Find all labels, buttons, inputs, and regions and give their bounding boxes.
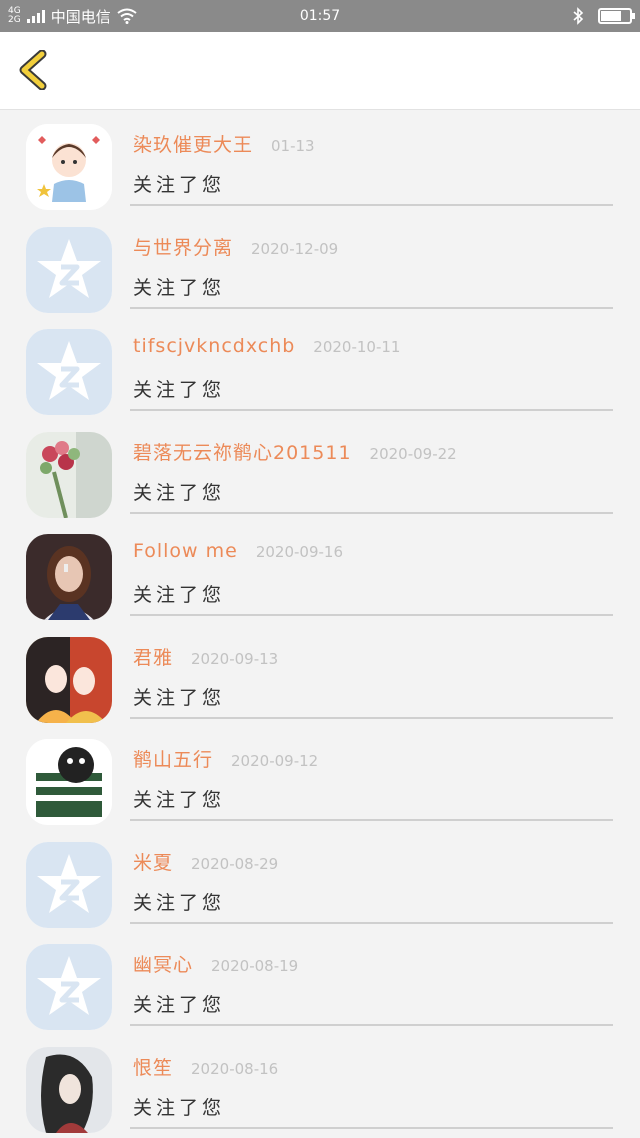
user-name[interactable]: tifscjvkncdxchb <box>133 335 295 357</box>
avatar[interactable] <box>26 841 112 928</box>
notification-text: 关注了您 <box>133 789 226 811</box>
battery-fill <box>601 11 621 21</box>
notification-text: 关注了您 <box>133 994 226 1016</box>
status-left: 4G 2G 中国电信 <box>8 6 137 27</box>
user-name[interactable]: 与世界分离 <box>133 233 233 260</box>
notification-date: 2020-09-13 <box>191 649 279 668</box>
notification-text: 关注了您 <box>133 276 226 299</box>
notification-item[interactable]: 恨笙 2020-08-16 关注了您 <box>0 1041 640 1138</box>
notification-header: Follow me 2020-09-16 <box>133 540 343 562</box>
network-bottom: 2G <box>8 15 21 25</box>
notification-content: 碧落无云祢鹡心201511 2020-09-22 关注了您 <box>130 426 613 514</box>
notification-item[interactable]: 君雅 2020-09-13 关注了您 <box>0 631 640 734</box>
avatar[interactable] <box>26 1046 112 1133</box>
follower-notification-list: 染玖催更大王 01-13 关注了您 与世界分离 2020-12-09 关注了您 tifscj… <box>0 110 640 1138</box>
notification-date: 01-13 <box>271 137 315 155</box>
notification-content: 与世界分离 2020-12-09 关注了您 <box>130 221 613 309</box>
notification-header: 与世界分离 2020-12-09 <box>133 233 338 260</box>
notification-header: 染玖催更大王 01-13 <box>133 130 315 157</box>
wifi-icon <box>117 8 137 24</box>
notification-item[interactable]: 染玖催更大王 01-13 关注了您 <box>0 118 640 221</box>
notification-item[interactable]: 与世界分离 2020-12-09 关注了您 <box>0 221 640 324</box>
avatar[interactable] <box>26 329 112 415</box>
notification-header: 君雅 2020-09-13 <box>133 643 278 670</box>
user-name[interactable]: 幽冥心 <box>133 950 193 977</box>
notification-text: 关注了您 <box>133 686 226 709</box>
notification-header: 幽冥心 2020-08-19 <box>133 950 298 977</box>
user-name[interactable]: 恨笙 <box>133 1053 173 1080</box>
notification-content: tifscjvkncdxchb 2020-10-11 关注了您 <box>130 323 613 411</box>
carrier-name: 中国电信 <box>50 7 111 26</box>
notification-date: 2020-08-29 <box>191 854 279 873</box>
notification-item[interactable]: 米夏 2020-08-29 关注了您 <box>0 836 640 939</box>
user-name[interactable]: 碧落无云祢鹡心201511 <box>133 438 352 465</box>
notification-content: 君雅 2020-09-13 关注了您 <box>130 631 613 719</box>
notification-content: 染玖催更大王 01-13 关注了您 <box>130 118 613 206</box>
notification-content: 幽冥心 2020-08-19 关注了您 <box>130 938 613 1026</box>
notification-content: 鹡山五行 2020-09-12 关注了您 <box>130 733 613 821</box>
user-name[interactable]: 鹡山五行 <box>133 745 213 772</box>
notification-date: 2020-09-16 <box>255 543 344 561</box>
notification-text: 关注了您 <box>133 891 226 914</box>
notification-text: 关注了您 <box>133 481 226 504</box>
signal-icon <box>26 9 45 23</box>
avatar[interactable] <box>26 431 112 518</box>
status-right <box>572 7 635 25</box>
notification-content: 米夏 2020-08-29 关注了您 <box>130 836 613 924</box>
top-nav-bar <box>0 32 640 110</box>
chevron-left-icon <box>19 49 47 91</box>
notification-content: 恨笙 2020-08-16 关注了您 <box>130 1041 613 1129</box>
notification-date: 2020-08-19 <box>211 957 299 975</box>
notification-text: 关注了您 <box>133 379 226 401</box>
notification-item[interactable]: Follow me 2020-09-16 关注了您 <box>0 528 640 631</box>
avatar[interactable] <box>26 944 112 1030</box>
battery-icon <box>598 8 635 24</box>
notification-item[interactable]: 鹡山五行 2020-09-12 关注了您 <box>0 733 640 836</box>
notification-item[interactable]: 碧落无云祢鹡心201511 2020-09-22 关注了您 <box>0 426 640 529</box>
notification-date: 2020-10-11 <box>313 338 401 356</box>
clock: 01:57 <box>299 8 341 24</box>
status-bar: 4G 2G 中国电信 01:57 <box>0 0 640 32</box>
notification-date: 2020-12-09 <box>251 239 339 258</box>
notification-date: 2020-08-16 <box>191 1059 279 1078</box>
avatar[interactable] <box>26 739 112 825</box>
notification-text: 关注了您 <box>133 174 226 196</box>
notification-date: 2020-09-22 <box>369 444 457 463</box>
avatar[interactable] <box>26 534 112 620</box>
notification-header: 碧落无云祢鹡心201511 2020-09-22 <box>133 438 457 465</box>
notification-header: 米夏 2020-08-29 <box>133 848 278 875</box>
avatar[interactable] <box>26 636 112 723</box>
notification-item[interactable]: tifscjvkncdxchb 2020-10-11 关注了您 <box>0 323 640 426</box>
user-name[interactable]: Follow me <box>133 540 238 562</box>
user-name[interactable]: 染玖催更大王 <box>133 130 253 157</box>
network-type: 4G 2G <box>8 7 21 25</box>
notification-text: 关注了您 <box>133 1096 226 1119</box>
avatar[interactable] <box>26 226 112 313</box>
notification-text: 关注了您 <box>133 584 226 606</box>
notification-header: 恨笙 2020-08-16 <box>133 1053 278 1080</box>
notification-date: 2020-09-12 <box>231 752 319 770</box>
avatar[interactable] <box>26 124 112 210</box>
notification-header: tifscjvkncdxchb 2020-10-11 <box>133 335 400 357</box>
notification-header: 鹡山五行 2020-09-12 <box>133 745 318 772</box>
notification-content: Follow me 2020-09-16 关注了您 <box>130 528 613 616</box>
user-name[interactable]: 米夏 <box>133 848 173 875</box>
back-button[interactable] <box>16 49 52 91</box>
user-name[interactable]: 君雅 <box>133 643 173 670</box>
notification-item[interactable]: 幽冥心 2020-08-19 关注了您 <box>0 938 640 1041</box>
bluetooth-icon <box>573 7 584 25</box>
